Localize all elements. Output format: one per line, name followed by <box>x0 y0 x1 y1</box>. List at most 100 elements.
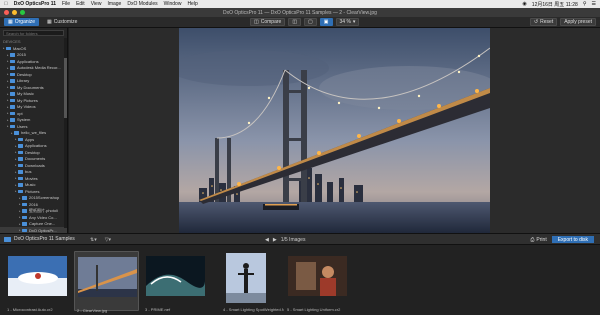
project-selector[interactable]: DxO OpticsPro 11 Samples <box>4 236 75 242</box>
export-to-disk-button[interactable]: Export to disk <box>551 236 594 243</box>
folder-tree-label: Downloads <box>25 162 45 168</box>
prev-image-button[interactable]: ◀ <box>265 237 269 243</box>
folder-tree-label: Any Video Co... <box>29 214 57 220</box>
folder-tree-label: Users <box>17 123 28 129</box>
thumbnail-image <box>8 256 67 296</box>
display-mode-button[interactable]: ▢ <box>304 18 317 26</box>
split-view-icon: ◫ <box>292 19 298 25</box>
thumbnail-caption: 5 - Smart Lighting Uniform.cr2 <box>287 307 341 312</box>
menu-list-icon[interactable]: ☰ <box>592 1 596 7</box>
thumbnail-1[interactable]: 1 - Microcontrast Auto.cr2 <box>5 251 70 312</box>
menu-file[interactable]: File <box>62 1 70 7</box>
zoom-select[interactable]: 34 % ▾ <box>335 18 360 26</box>
folder-icon <box>22 215 27 219</box>
split-view-button[interactable]: ◫ <box>288 18 302 26</box>
thumbnail-3[interactable]: 3 - PRIME.nef <box>143 251 208 312</box>
folder-icon <box>10 111 15 115</box>
folder-search-input[interactable]: Search for folders <box>3 30 64 36</box>
search-icon[interactable]: ⚲ <box>583 1 587 7</box>
menu-edit[interactable]: Edit <box>76 1 85 7</box>
main-toolbar: ▦ Organize ▦ Customize ◫ Compare ◫ ▢ ▣ 3… <box>0 17 600 28</box>
thumb-image-3 <box>146 256 205 296</box>
print-button[interactable]: ⎙ Print <box>530 237 546 243</box>
reset-button[interactable]: ↺ Reset <box>529 18 558 26</box>
folder-icon <box>10 59 15 63</box>
folder-tree-label: 2016 <box>29 201 38 207</box>
menu-view[interactable]: View <box>91 1 102 7</box>
folder-icon <box>10 53 15 57</box>
apple-icon[interactable]:  <box>4 1 8 7</box>
reset-icon: ↺ <box>533 19 539 25</box>
folder-tree-label: Desktop <box>17 71 32 77</box>
fit-button[interactable]: ▣ <box>319 18 333 26</box>
print-icon: ⎙ <box>530 236 535 243</box>
compare-button[interactable]: ◫ Compare <box>250 18 286 26</box>
folder-tree-label: Desktop <box>25 149 40 155</box>
thumbnail-caption: 4 - Smart Lighting SpotWeighted.NEF <box>223 307 284 312</box>
thumb-image-2 <box>78 257 137 297</box>
reset-label: Reset <box>540 19 554 25</box>
main-photo[interactable] <box>179 28 490 233</box>
zoom-window-button[interactable] <box>20 10 25 15</box>
clock-text[interactable]: 12月16日 周五 11:28 <box>532 1 578 8</box>
wifi-icon[interactable]: ◉ <box>522 1 526 7</box>
organize-icon: ▦ <box>8 19 13 25</box>
image-viewer[interactable] <box>69 28 600 233</box>
menu-help[interactable]: Help <box>187 1 197 7</box>
thumbnail-2[interactable]: 2 - ClearView.jpg <box>74 251 139 313</box>
sidebar-scrollbar[interactable] <box>64 38 67 228</box>
tab-customize[interactable]: ▦ Customize <box>43 18 81 26</box>
folder-tree-label: Autodesk Media Recor... <box>17 65 61 71</box>
minimize-window-button[interactable] <box>12 10 17 15</box>
compare-label: Compare <box>260 19 282 25</box>
folder-tree-label: System <box>17 117 31 123</box>
folder-icon <box>18 183 23 187</box>
chevron-down-icon: ▾ <box>352 19 356 25</box>
folder-tree-label: 壁纸图片.photoli <box>29 207 58 213</box>
next-image-button[interactable]: ▶ <box>273 237 277 243</box>
thumbnail-5[interactable]: 5 - Smart Lighting Uniform.cr2 <box>285 251 350 312</box>
folder-icon <box>22 228 27 232</box>
folder-tree-label: 2015 <box>17 52 26 58</box>
folder-icon <box>22 222 27 226</box>
tab-organize-label: Organize <box>14 19 36 25</box>
folder-icon <box>4 236 11 242</box>
menu-app-name[interactable]: DxO OpticsPro 11 <box>14 1 56 7</box>
close-window-button[interactable] <box>4 10 9 15</box>
folder-tree-label: opt <box>17 110 23 116</box>
thumb-image-4 <box>226 253 266 303</box>
folder-icon <box>18 150 23 154</box>
customize-icon: ▦ <box>47 19 52 25</box>
thumbnail-caption: 3 - PRIME.nef <box>145 307 171 312</box>
folder-tree-label: Movies <box>25 175 38 181</box>
menu-image[interactable]: Image <box>107 1 121 7</box>
apply-preset-button[interactable]: Apply preset <box>560 18 596 26</box>
zoom-value: 34 % <box>339 19 351 25</box>
folder-tree-label: Applications <box>17 58 39 64</box>
folder-tree-label: bus <box>25 169 32 175</box>
folder-tree-label: Documents <box>25 156 46 162</box>
tab-organize[interactable]: ▦ Organize <box>4 18 40 26</box>
menu-dxo-modules[interactable]: DxO Modules <box>127 1 157 7</box>
folder-icon <box>22 196 27 200</box>
folder-tree: ▸ MacOS ▸ 2015 ▸ Applications ▸ Autodesk Media … <box>0 45 67 233</box>
sort-icon[interactable]: ⇅▾ <box>90 237 97 243</box>
folder-icon <box>22 202 27 206</box>
display-mode-icon: ▢ <box>308 19 313 25</box>
project-label: DxO OpticsPro 11 Samples <box>14 236 75 242</box>
thumbnail-caption: 2 - ClearView.jpg <box>77 308 108 313</box>
export-label: Export to disk <box>557 236 588 243</box>
folder-icon <box>18 170 23 174</box>
menu-window[interactable]: Window <box>164 1 182 7</box>
folder-tree-label: Apps <box>25 136 35 142</box>
filter-icon[interactable]: ▽▾ <box>105 237 111 243</box>
folder-icon <box>14 131 19 135</box>
folder-icon <box>18 189 23 193</box>
fit-icon: ▣ <box>323 19 329 25</box>
thumbnail-image <box>146 256 205 296</box>
thumbnail-4[interactable]: 4 - Smart Lighting SpotWeighted.NEF <box>221 251 286 312</box>
scrollbar-thumb[interactable] <box>64 58 67 118</box>
folder-icon <box>18 163 23 167</box>
filmstrip-toolbar: DxO OpticsPro 11 Samples ⇅▾ ▽▾ ◀ ▶ 1/5 I… <box>0 233 600 245</box>
bridge-photo <box>179 28 490 233</box>
